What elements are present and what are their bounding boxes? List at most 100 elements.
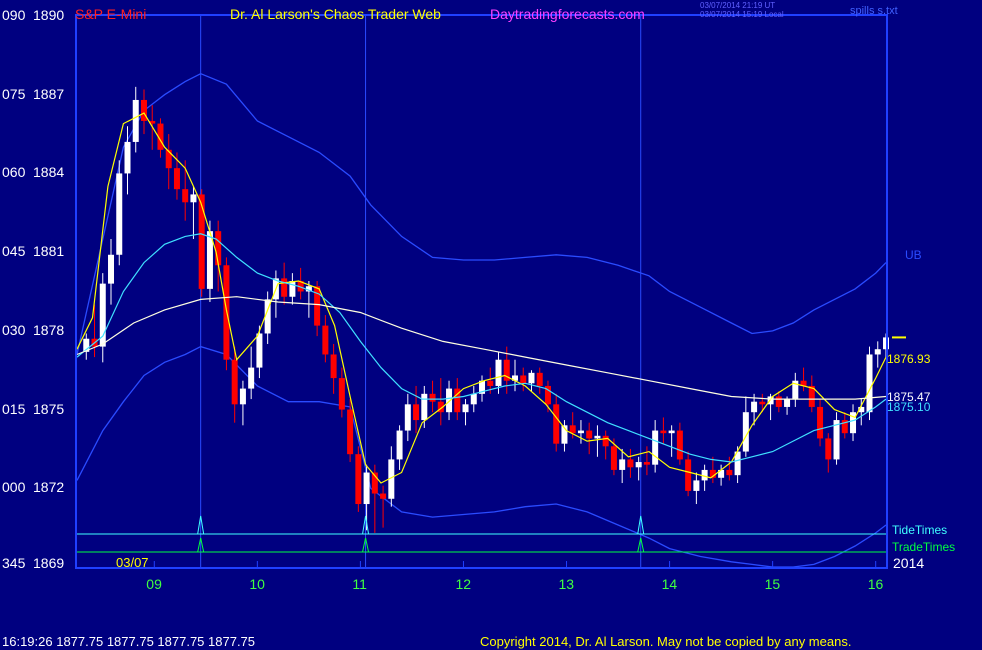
candle-up — [784, 399, 791, 407]
candle-up — [421, 393, 428, 421]
copyright: Copyright 2014, Dr. Al Larson. May not b… — [480, 634, 852, 649]
y-tick-label-price: 1887 — [33, 85, 65, 102]
candle-up — [619, 459, 626, 470]
right-file-label: spills s.txt — [850, 5, 898, 17]
candle-down — [817, 406, 824, 439]
candles-layer — [83, 86, 889, 533]
candle-down — [413, 404, 420, 421]
candle-down — [569, 425, 576, 434]
x-tick-label: 12 — [455, 576, 472, 592]
y-tick-label-left: 345 — [2, 555, 26, 571]
y-tick-label-left: 015 — [2, 400, 26, 417]
year-label: 2014 — [893, 555, 925, 571]
right-value-label: UB — [905, 247, 922, 262]
candle-up — [256, 333, 263, 368]
candle-up — [446, 388, 453, 413]
candle-up — [248, 367, 255, 389]
candle-up — [751, 401, 758, 413]
candle-up — [594, 435, 601, 439]
candle-down — [676, 430, 683, 460]
trade-times-label: TradeTimes — [892, 540, 956, 554]
chart-symbol: S&P E-Mini — [75, 6, 147, 22]
candle-down — [759, 401, 766, 405]
candle-up — [635, 462, 642, 468]
candle-down — [347, 409, 354, 455]
candle-down — [322, 325, 329, 355]
candle-down — [215, 231, 222, 266]
date-label: 03/07 — [116, 555, 149, 570]
y-tick-label-price: 1872 — [33, 479, 65, 496]
candle-down — [775, 396, 782, 407]
candle-up — [528, 372, 535, 384]
y-tick-label-left: 045 — [2, 243, 26, 260]
candle-up — [833, 420, 840, 460]
candle-up — [396, 430, 403, 460]
y-tick-label-price: 1890 — [33, 7, 65, 23]
candle-down — [627, 459, 634, 468]
candle-down — [173, 168, 180, 190]
candle-down — [520, 375, 527, 384]
bands-layer — [76, 72, 887, 568]
candle-down — [198, 194, 205, 289]
candle-up — [124, 141, 131, 174]
right-value-label: 1876.93 — [887, 351, 931, 366]
candle-down — [182, 189, 189, 203]
x-tick-label: 11 — [352, 576, 367, 592]
y-tick-label-left: 030 — [2, 321, 26, 338]
y-tick-label-price: 1875 — [33, 400, 65, 417]
x-tick-label: 09 — [146, 576, 162, 592]
x-tick-label: 15 — [764, 576, 781, 592]
vertical-time-lines — [200, 16, 642, 567]
right-value-label: 1875.10 — [887, 399, 931, 414]
site-link[interactable]: Daytradingforecasts.com — [490, 7, 645, 21]
candle-down — [610, 446, 617, 470]
time-local: 03/07/2014 15:19 Local — [700, 10, 784, 19]
y-tick-label-left: 075 — [2, 85, 26, 102]
band-upper-line — [76, 72, 887, 355]
last-quote: 16:19:26 1877.75 1877.75 1877.75 1877.75 — [2, 634, 256, 649]
candle-up — [116, 173, 123, 255]
ma-fast-line — [76, 112, 887, 484]
x-tick-label: 10 — [249, 576, 265, 592]
tide-times-label: TideTimes — [892, 523, 948, 537]
candle-up — [470, 393, 477, 405]
candle-up — [289, 281, 296, 297]
candle-up — [190, 194, 197, 203]
x-tick-label: 16 — [867, 576, 884, 592]
candle-down — [685, 459, 692, 491]
candle-down — [330, 354, 337, 379]
candle-down — [660, 430, 667, 434]
candle-down — [536, 372, 543, 386]
candle-up — [866, 354, 873, 413]
y-tick-label-price: 1869 — [33, 555, 65, 571]
candle-down — [825, 438, 832, 460]
candle-down — [726, 469, 733, 476]
candle-down — [231, 359, 238, 405]
candle-down — [140, 99, 147, 121]
candle-up — [108, 254, 115, 284]
y-tick-label-left: 000 — [2, 479, 26, 496]
y-tick-label-price: 1878 — [33, 321, 65, 338]
candle-up — [668, 430, 675, 434]
y-tick-label-left: 090 — [2, 7, 26, 23]
candle-down — [429, 393, 436, 402]
candle-up — [652, 430, 659, 465]
x-tick-label: 14 — [661, 576, 678, 592]
candle-down — [586, 430, 593, 439]
candle-up — [874, 349, 881, 355]
time-utc: 03/07/2014 21:19 UT — [700, 1, 776, 10]
y-tick-label-price: 1881 — [33, 243, 65, 260]
candle-down — [553, 404, 560, 444]
x-tick-label: 13 — [558, 576, 575, 592]
candle-down — [338, 378, 345, 410]
y-tick-label-left: 060 — [2, 164, 26, 181]
chart-center-title: Dr. Al Larson's Chaos Trader Web — [230, 6, 441, 22]
candle-down — [380, 493, 387, 499]
timing-lines-layer — [77, 515, 886, 553]
moving-averages-layer — [76, 112, 887, 484]
chart-canvas — [75, 14, 906, 569]
candle-up — [495, 359, 502, 386]
candle-up — [239, 388, 246, 405]
candle-up — [577, 430, 584, 434]
candle-down — [165, 149, 172, 169]
